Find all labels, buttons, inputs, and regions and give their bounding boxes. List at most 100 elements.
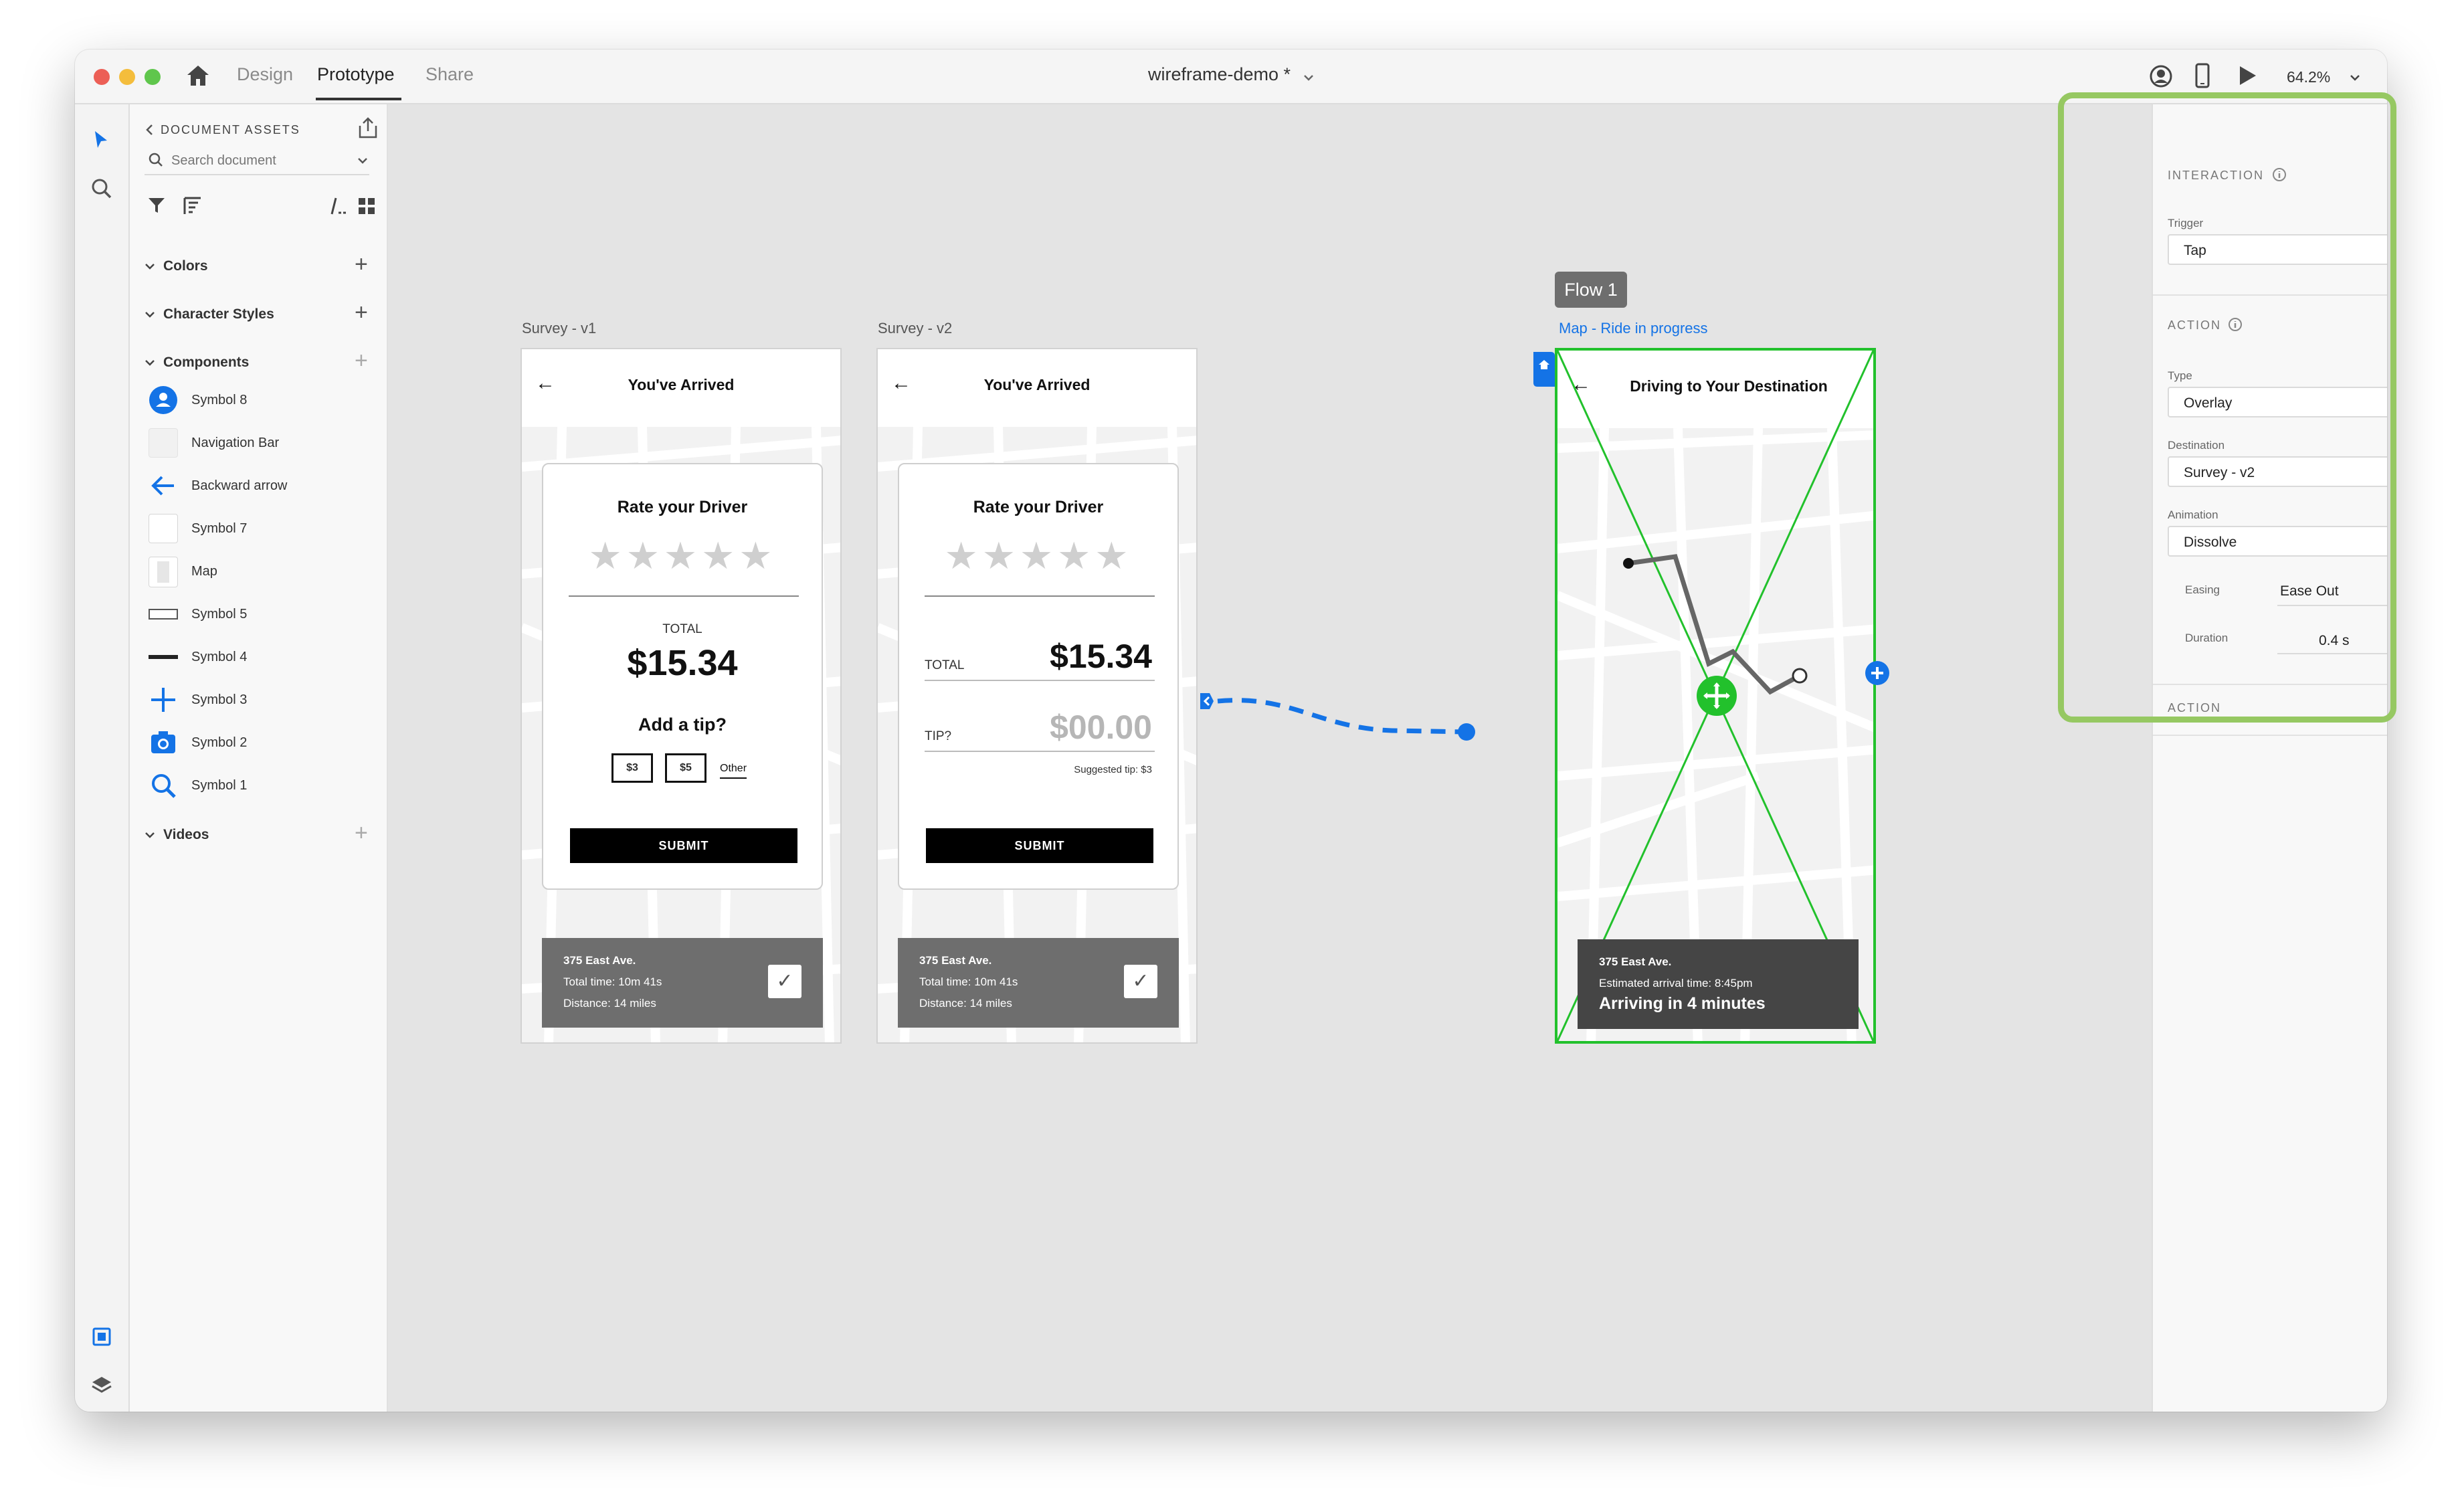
close-window-button[interactable]	[94, 69, 110, 85]
minimize-window-button[interactable]	[119, 69, 135, 85]
move-target-icon[interactable]	[1695, 674, 1738, 717]
search-input[interactable]	[170, 147, 320, 174]
component-label: Navigation Bar	[191, 436, 280, 450]
tip-option-other[interactable]: Other	[720, 763, 747, 779]
videos-section-title[interactable]: Videos	[163, 827, 209, 843]
back-arrow-icon	[151, 476, 174, 496]
tip-question: Add a tip?	[638, 715, 727, 735]
rating-card: Rate your Driver ★★★★★ TOTAL $15.34 TIP?…	[898, 463, 1179, 890]
add-video-button[interactable]: +	[355, 822, 368, 844]
home-marker-icon[interactable]	[1533, 352, 1555, 387]
artboard-label-map[interactable]: Map - Ride in progress	[1559, 320, 1708, 337]
maximize-window-button[interactable]	[145, 69, 161, 85]
footer-address: 375 East Ave.	[919, 954, 992, 967]
list-view-icon[interactable]	[330, 197, 348, 215]
check-icon[interactable]: ✓	[768, 965, 801, 998]
tab-prototype[interactable]: Prototype	[317, 64, 395, 85]
zoom-chevron-icon[interactable]	[2350, 74, 2360, 82]
component-label: Symbol 8	[191, 393, 248, 407]
sort-icon[interactable]	[182, 197, 203, 215]
title-bar: Design Prototype Share wireframe-demo * …	[75, 50, 2387, 104]
footer-address: 375 East Ave.	[1599, 955, 1672, 968]
search-chevron-icon[interactable]	[357, 157, 368, 165]
add-interaction-icon[interactable]	[1864, 660, 1891, 686]
components-chevron-icon[interactable]	[145, 359, 155, 367]
search-icon	[149, 153, 163, 167]
colors-chevron-icon[interactable]	[145, 262, 155, 270]
tip-amount-input[interactable]: $00.00	[1050, 708, 1152, 747]
filter-icon[interactable]	[147, 197, 166, 214]
select-tool-icon[interactable]	[92, 130, 110, 150]
add-character-style-button[interactable]: +	[355, 301, 368, 324]
check-icon[interactable]: ✓	[1124, 965, 1157, 998]
submit-button[interactable]: SUBMIT	[926, 828, 1153, 863]
ride-status-footer: 375 East Ave. Estimated arrival time: 8:…	[1578, 939, 1859, 1029]
map-thumb	[149, 557, 178, 587]
component-label: Symbol 7	[191, 521, 248, 536]
colors-section-title[interactable]: Colors	[163, 258, 208, 274]
play-icon[interactable]	[2237, 64, 2257, 87]
total-label: TOTAL	[925, 658, 965, 672]
footer-distance: Distance: 14 miles	[563, 997, 656, 1010]
components-section-title[interactable]: Components	[163, 355, 249, 371]
trip-footer: 375 East Ave. Total time: 10m 41s Distan…	[898, 938, 1179, 1028]
app-window: Design Prototype Share wireframe-demo * …	[75, 50, 2387, 1412]
card-title: Rate your Driver	[617, 498, 748, 516]
footer-arriving: Arriving in 4 minutes	[1599, 994, 1766, 1013]
component-label: Symbol 4	[191, 650, 248, 664]
assets-panel-icon[interactable]	[91, 1326, 112, 1347]
submit-button[interactable]: SUBMIT	[570, 828, 797, 863]
zoom-tool-icon[interactable]	[91, 178, 112, 199]
search-underline	[145, 174, 369, 175]
interaction-wire[interactable]	[1198, 681, 1479, 748]
artboard-header: ← You've Arrived	[522, 349, 840, 427]
share-icon[interactable]	[357, 116, 379, 139]
footer-address: 375 East Ave.	[563, 954, 636, 967]
document-title[interactable]: wireframe-demo *	[1148, 64, 1291, 85]
layers-icon[interactable]	[91, 1374, 112, 1396]
document-assets-panel: DOCUMENT ASSETS Colors + Character Style…	[130, 104, 388, 1412]
total-label: TOTAL	[662, 622, 702, 636]
zoom-level[interactable]: 64.2%	[2287, 68, 2330, 86]
rating-card: Rate your Driver ★★★★★ TOTAL $15.34 Add …	[542, 463, 823, 890]
character-styles-section-title[interactable]: Character Styles	[163, 306, 274, 322]
artboard-survey-v2[interactable]: ← You've Arrived Rate your Driver ★★★★★ …	[876, 348, 1198, 1044]
home-icon[interactable]	[186, 64, 210, 87]
artboard-survey-v1[interactable]: ← You've Arrived Rate your Driver ★★★★★ …	[520, 348, 842, 1044]
footer-distance: Distance: 14 miles	[919, 997, 1012, 1010]
artboard-label-v2[interactable]: Survey - v2	[878, 320, 952, 337]
assets-header: DOCUMENT ASSETS	[161, 123, 300, 136]
device-preview-icon[interactable]	[2194, 63, 2210, 88]
tip-option-5[interactable]: $5	[665, 753, 706, 783]
user-icon[interactable]	[2149, 64, 2173, 88]
grid-view-icon[interactable]	[357, 197, 376, 215]
component-label: Symbol 3	[191, 692, 248, 707]
line-thumb	[149, 642, 178, 672]
flow-badge[interactable]: Flow 1	[1555, 272, 1627, 308]
trip-footer: 375 East Ave. Total time: 10m 41s Distan…	[542, 938, 823, 1028]
chevron-down-icon[interactable]	[1303, 74, 1314, 82]
person-icon	[149, 386, 177, 414]
tab-share[interactable]: Share	[425, 64, 474, 85]
tab-design[interactable]: Design	[237, 64, 293, 85]
artboard-label-v1[interactable]: Survey - v1	[522, 320, 596, 337]
add-component-button[interactable]: +	[355, 349, 368, 372]
star-rating[interactable]: ★★★★★	[543, 534, 822, 578]
tip-label: TIP?	[925, 729, 952, 743]
nav-bar-thumb	[149, 428, 178, 458]
highlight-frame	[2058, 92, 2396, 723]
divider	[925, 595, 1155, 597]
design-canvas[interactable]: Survey - v1 ← You've Arrived Rate your D…	[388, 104, 2150, 1412]
add-color-button[interactable]: +	[355, 253, 368, 276]
footer-time: Total time: 10m 41s	[563, 975, 662, 988]
component-label: Symbol 1	[191, 778, 248, 793]
divider	[925, 680, 1155, 681]
screen-title: You've Arrived	[628, 376, 735, 393]
styles-chevron-icon[interactable]	[145, 310, 155, 318]
footer-eta: Estimated arrival time: 8:45pm	[1599, 977, 1753, 989]
videos-chevron-icon[interactable]	[145, 831, 155, 839]
back-chevron-icon[interactable]	[145, 123, 154, 136]
component-label: Backward arrow	[191, 478, 288, 493]
tip-option-3[interactable]: $3	[611, 753, 653, 783]
star-rating[interactable]: ★★★★★	[899, 534, 1177, 578]
